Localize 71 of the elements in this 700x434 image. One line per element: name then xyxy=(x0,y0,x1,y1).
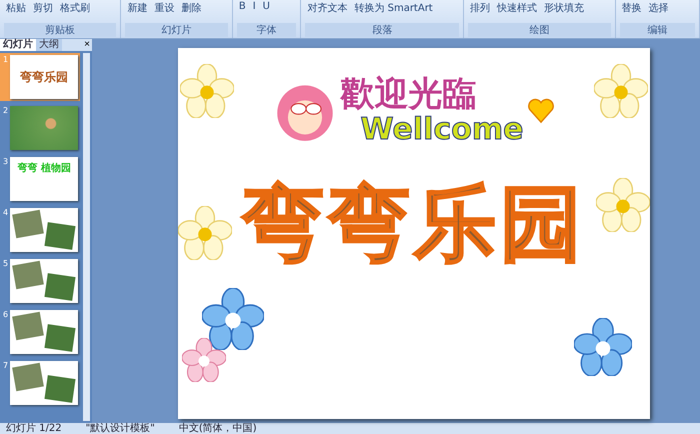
group-label: 绘图 xyxy=(468,23,611,37)
slide-thumbnail[interactable] xyxy=(10,259,78,303)
welcome-text: 歡迎光臨 xyxy=(340,76,478,114)
photo-placeholder xyxy=(12,362,44,392)
slide-thumbnail[interactable] xyxy=(10,106,78,150)
thumbnail-title: 弯弯 植物园 xyxy=(17,161,71,175)
photo-placeholder xyxy=(12,210,44,238)
slide-number: 4 xyxy=(3,208,8,217)
slide-thumbnail[interactable] xyxy=(10,208,78,252)
ribbon-button[interactable]: 转换为 SmartArt xyxy=(352,1,435,15)
slide-number: 7 xyxy=(3,361,8,370)
status-text: "默认设计模板" xyxy=(86,423,155,434)
slide-thumbnail[interactable]: 弯弯乐园 xyxy=(10,55,78,99)
slide-number: 5 xyxy=(3,259,8,268)
thumbnail-row[interactable]: 3 弯弯 植物园 xyxy=(0,155,80,203)
ribbon-button[interactable]: 粘贴 xyxy=(4,1,28,15)
ribbon-button[interactable]: 排列 xyxy=(468,1,492,15)
group-label: 剪贴板 xyxy=(4,23,116,37)
thumbnail-row[interactable]: 7 xyxy=(0,359,80,407)
thumbnail-title: 弯弯乐园 xyxy=(20,68,68,86)
group-label: 字体 xyxy=(236,23,296,37)
group-label: 段落 xyxy=(305,23,460,37)
slide-number: 1 xyxy=(3,55,8,64)
slide-thumbnail[interactable] xyxy=(10,361,78,405)
photo-placeholder xyxy=(12,260,44,290)
group-label: 幻灯片 xyxy=(125,23,228,37)
ribbon-button[interactable]: 格式刷 xyxy=(58,1,92,15)
flower-icon xyxy=(596,178,650,232)
slide-thumbnail[interactable] xyxy=(10,310,78,354)
ribbon-button[interactable]: 对齐文本 xyxy=(305,1,350,15)
ribbon-button[interactable]: 删除 xyxy=(179,1,204,15)
photo-placeholder xyxy=(44,324,76,352)
slide-number: 3 xyxy=(3,157,8,166)
flower-icon xyxy=(594,64,648,118)
thumbnail-row[interactable]: 2 xyxy=(0,104,80,152)
ribbon-button[interactable]: 重设 xyxy=(152,1,176,15)
flower-icon xyxy=(180,64,234,118)
slide-number: 6 xyxy=(3,310,8,319)
ribbon-button[interactable]: U xyxy=(260,1,272,12)
close-button[interactable]: × xyxy=(82,39,92,51)
thumbnail-row[interactable]: 6 xyxy=(0,308,80,356)
scrollbar[interactable] xyxy=(83,53,90,421)
ribbon-button[interactable]: 剪切 xyxy=(31,1,55,15)
photo-placeholder xyxy=(44,273,76,301)
photo-placeholder xyxy=(44,222,76,250)
flower-icon xyxy=(178,206,232,260)
ribbon-button[interactable]: 快速样式 xyxy=(495,1,540,15)
group-label: 编辑 xyxy=(620,23,695,37)
ribbon-button[interactable]: 形状填充 xyxy=(542,1,586,15)
slide-number: 2 xyxy=(3,106,8,115)
flower-icon xyxy=(574,318,632,376)
ribbon-button[interactable]: 替换 xyxy=(620,1,644,15)
thumbnail-row[interactable]: 4 xyxy=(0,206,80,254)
flower-icon xyxy=(182,338,226,382)
ribbon-button[interactable]: B xyxy=(236,1,248,12)
thumbnail-row[interactable]: 1 弯弯乐园 xyxy=(0,53,80,101)
status-text: 幻灯片 1/22 xyxy=(6,423,62,434)
ribbon-button[interactable]: 新建 xyxy=(125,1,150,15)
ribbon-button[interactable]: 选择 xyxy=(646,1,671,15)
welcome-text: Wellcome xyxy=(360,113,524,146)
ribbon-button[interactable]: I xyxy=(250,1,258,12)
panel-tab[interactable]: 幻灯片 xyxy=(0,39,36,51)
slide-title: 弯弯乐园 xyxy=(242,176,586,274)
panel-tab[interactable]: 大纲 xyxy=(36,39,62,51)
photo-placeholder xyxy=(12,312,44,340)
flower-icon xyxy=(202,288,264,350)
thumbnail-row[interactable]: 5 xyxy=(0,257,80,305)
photo-placeholder xyxy=(44,375,76,403)
status-text: 中文(简体，中国) xyxy=(178,423,257,434)
heart-icon xyxy=(527,98,556,124)
map-picture xyxy=(10,106,78,150)
